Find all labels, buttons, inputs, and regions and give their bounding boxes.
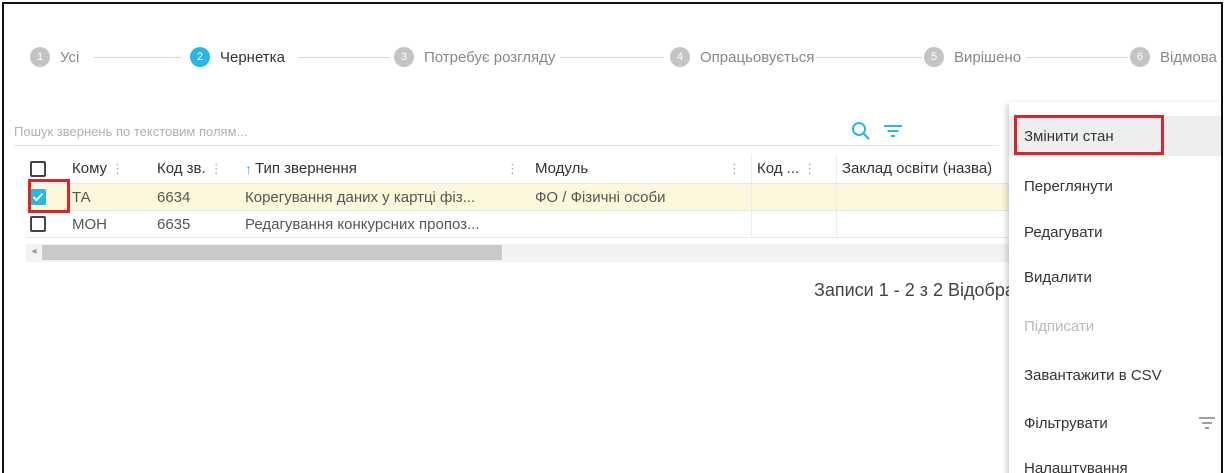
menu-item-edit[interactable]: Редагувати xyxy=(1009,212,1221,252)
column-divider xyxy=(836,184,837,210)
menu-item-filter[interactable]: Фільтрувати xyxy=(1009,403,1221,443)
step-number: 3 xyxy=(394,47,414,67)
column-menu-icon[interactable]: ⋮ xyxy=(803,161,816,177)
step-number: 5 xyxy=(924,47,944,67)
column-header-label: Модуль xyxy=(535,160,589,177)
scrollbar-thumb[interactable] xyxy=(42,245,502,260)
cell-module: ФО / Фізичні особи xyxy=(535,188,666,206)
horizontal-scrollbar[interactable]: ◂ xyxy=(26,244,1011,262)
column-header-label: Заклад освіти (назва) xyxy=(842,160,993,177)
app-frame: 1 Усі 2 Чернетка 3 Потребує розгляду 4 О… xyxy=(2,2,1223,473)
menu-item-delete[interactable]: Видалити xyxy=(1009,257,1221,297)
column-header-recipient[interactable]: Кому ⋮ xyxy=(66,154,151,183)
step-in-progress[interactable]: 4 Опрацьовується xyxy=(670,44,814,70)
cell-code: 6634 xyxy=(157,188,191,206)
column-header-code2[interactable]: Код ... ⋮ xyxy=(751,154,836,183)
status-stepper: 1 Усі 2 Чернетка 3 Потребує розгляду 4 О… xyxy=(30,44,1220,70)
cell-code: 6635 xyxy=(157,215,191,233)
row-checkbox[interactable] xyxy=(30,216,46,232)
column-divider xyxy=(751,211,752,237)
cell-institution xyxy=(836,184,1026,210)
column-header-label: Код ... xyxy=(757,160,800,177)
search-icon[interactable] xyxy=(850,120,872,142)
row-select-cell xyxy=(26,211,66,237)
step-number: 2 xyxy=(190,47,210,67)
search-input[interactable] xyxy=(14,118,814,144)
step-label: Вирішено xyxy=(954,48,1022,66)
sort-asc-icon: ↑ xyxy=(245,160,252,177)
step-number: 6 xyxy=(1130,47,1150,67)
filter-icon[interactable] xyxy=(882,122,904,140)
table-header: Кому ⋮ Код зв. ⋮ ↑ Тип звернення ⋮ Модуль ⋮… xyxy=(26,154,1026,184)
step-draft[interactable]: 2 Чернетка xyxy=(190,44,285,70)
column-header-label: Тип звернення xyxy=(255,160,357,177)
step-connector xyxy=(816,57,922,58)
filter-icon xyxy=(1199,417,1215,429)
cell-type: Редагування конкурсних пропоз... xyxy=(245,215,480,233)
column-menu-icon[interactable]: ⋮ xyxy=(506,161,519,177)
step-label: Відмова xyxy=(1160,48,1217,66)
step-connector xyxy=(298,57,390,58)
column-divider xyxy=(751,154,752,183)
menu-highlight-box xyxy=(1014,115,1164,155)
column-header-code[interactable]: Код зв. ⋮ xyxy=(151,154,239,183)
column-header-module[interactable]: Модуль ⋮ xyxy=(529,154,751,183)
cell-code2 xyxy=(751,184,836,210)
column-header-label: Кому xyxy=(72,160,108,177)
search-bar xyxy=(14,118,999,146)
step-label: Потребує розгляду xyxy=(424,48,556,66)
menu-item-label: Фільтрувати xyxy=(1024,414,1108,432)
cell-institution xyxy=(836,211,1026,237)
cell-code2 xyxy=(751,211,836,237)
step-rejected[interactable]: 6 Відмова xyxy=(1130,44,1217,70)
step-needs-review[interactable]: 3 Потребує розгляду xyxy=(394,44,555,70)
step-label: Чернетка xyxy=(220,48,285,66)
column-divider xyxy=(836,154,837,183)
step-label: Усі xyxy=(60,48,80,66)
menu-item-settings[interactable]: Налаштування xyxy=(1009,448,1221,473)
scroll-left-icon[interactable]: ◂ xyxy=(28,246,40,260)
column-menu-icon[interactable]: ⋮ xyxy=(111,161,124,177)
step-connector xyxy=(560,57,664,58)
step-resolved[interactable]: 5 Вирішено xyxy=(924,44,1021,70)
column-menu-icon[interactable]: ⋮ xyxy=(728,161,741,177)
column-menu-icon[interactable]: ⋮ xyxy=(210,161,223,177)
step-all[interactable]: 1 Усі xyxy=(30,44,79,70)
step-number: 1 xyxy=(30,47,50,67)
column-divider xyxy=(836,211,837,237)
step-label: Опрацьовується xyxy=(700,48,815,66)
column-divider xyxy=(751,184,752,210)
menu-item-view[interactable]: Переглянути xyxy=(1009,166,1221,206)
step-connector xyxy=(94,57,181,58)
menu-item-sign: Підписати xyxy=(1024,317,1095,335)
cell-type: Корегування даних у картці фіз... xyxy=(245,188,476,206)
table-row[interactable]: МОН 6635 Редагування конкурсних пропоз..… xyxy=(26,211,1026,238)
select-all-checkbox[interactable] xyxy=(30,160,46,177)
table-row[interactable]: ТА 6634 Корегування даних у картці фіз..… xyxy=(26,184,1026,211)
step-number: 4 xyxy=(670,47,690,67)
column-header-type[interactable]: ↑ Тип звернення ⋮ xyxy=(239,154,529,183)
menu-item-download-csv[interactable]: Завантажити в CSV xyxy=(1009,355,1221,395)
cell-module xyxy=(529,211,751,237)
column-header-institution[interactable]: Заклад освіти (назва) xyxy=(836,154,1026,183)
appeals-table: Кому ⋮ Код зв. ⋮ ↑ Тип звернення ⋮ Модуль ⋮… xyxy=(26,154,1026,238)
cell-recipient: ТА xyxy=(72,188,91,206)
step-connector xyxy=(1026,57,1128,58)
checkbox-highlight-box xyxy=(28,179,70,213)
column-header-label: Код зв. xyxy=(157,160,206,177)
context-menu: Змінити стан Переглянути Редагувати Вида… xyxy=(1009,102,1221,473)
cell-recipient: МОН xyxy=(72,215,107,233)
